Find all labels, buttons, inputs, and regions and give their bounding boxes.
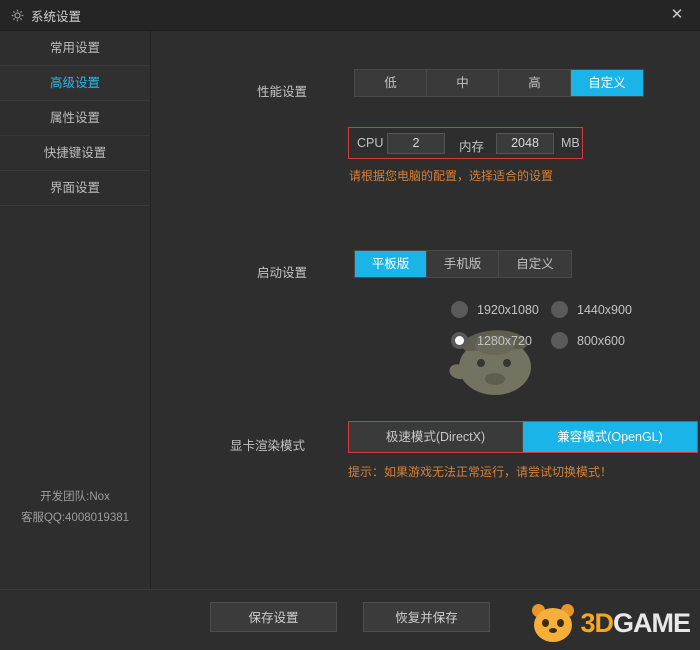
resolution-option-800x600[interactable]: 800x600 — [551, 332, 625, 349]
sidebar-item-label: 界面设置 — [49, 181, 100, 195]
site-watermark: 3D GAME — [530, 602, 691, 644]
radio-dot-icon — [551, 301, 568, 318]
dev-team-text: 开发团队:Nox — [40, 491, 110, 503]
sidebar: 常用设置 高级设置 属性设置 快捷键设置 界面设置 开发团队:Nox 客服QQ:… — [0, 31, 151, 589]
radio-dot-icon — [451, 332, 468, 349]
sidebar-footer: 开发团队:Nox 客服QQ:4008019381 — [0, 487, 150, 529]
gear-icon — [11, 9, 24, 22]
startup-segmented-control: 平板版 手机版 自定义 — [354, 250, 572, 278]
resolution-label: 800x600 — [577, 333, 625, 348]
sidebar-item-label: 快捷键设置 — [43, 146, 107, 160]
performance-option-medium[interactable]: 中 — [427, 70, 499, 96]
performance-option-high[interactable]: 高 — [499, 70, 571, 96]
render-option-directx[interactable]: 极速模式(DirectX) — [349, 422, 523, 452]
window-title: 系统设置 — [31, 9, 82, 24]
render-hint: 提示：如果游戏无法正常运行，请尝试切换模式！ — [348, 465, 613, 479]
resolution-label: 1280x720 — [477, 333, 532, 348]
render-mode-group: 极速模式(DirectX) 兼容模式(OpenGL) — [348, 421, 698, 453]
performance-segmented-control: 低 中 高 自定义 — [354, 69, 644, 97]
startup-option-tablet[interactable]: 平板版 — [355, 251, 427, 277]
render-option-opengl[interactable]: 兼容模式(OpenGL) — [523, 422, 697, 452]
resolution-label: 1440x900 — [577, 302, 632, 317]
memory-unit-label: MB — [561, 136, 580, 150]
sidebar-item-label: 高级设置 — [49, 76, 100, 90]
system-settings-window: 系统设置 ✕ 常用设置 高级设置 属性设置 快捷键设置 界面设置 开发团队:No… — [0, 0, 700, 650]
title-bar: 系统设置 ✕ — [0, 0, 700, 31]
performance-option-low[interactable]: 低 — [355, 70, 427, 96]
watermark-3d-text: 3D — [580, 607, 614, 638]
content-panel: 性能设置 低 中 高 自定义 CPU 内存 MB 请根据您电脑的配置，选择适合的… — [151, 31, 700, 589]
watermark-game-text: GAME — [613, 607, 691, 638]
sidebar-item-hotkeys[interactable]: 快捷键设置 — [0, 136, 150, 171]
startup-option-custom[interactable]: 自定义 — [499, 251, 571, 277]
startup-option-phone[interactable]: 手机版 — [427, 251, 499, 277]
performance-hint: 请根据您电脑的配置，选择适合的设置 — [349, 169, 554, 183]
close-icon[interactable]: ✕ — [654, 0, 700, 30]
radio-dot-icon — [451, 301, 468, 318]
resolution-option-1280x720[interactable]: 1280x720 — [451, 332, 532, 349]
sidebar-item-interface[interactable]: 界面设置 — [0, 171, 150, 206]
startup-label: 启动设置 — [257, 266, 308, 280]
performance-label: 性能设置 — [257, 85, 308, 99]
sidebar-item-label: 常用设置 — [49, 41, 100, 55]
save-button[interactable]: 保存设置 — [210, 602, 337, 632]
sidebar-item-properties[interactable]: 属性设置 — [0, 101, 150, 136]
resolution-option-1440x900[interactable]: 1440x900 — [551, 301, 632, 318]
resolution-label: 1920x1080 — [477, 302, 539, 317]
panda-logo-icon — [530, 602, 576, 644]
sidebar-item-common[interactable]: 常用设置 — [0, 31, 150, 66]
cpu-input[interactable] — [387, 133, 445, 154]
resolution-option-1920x1080[interactable]: 1920x1080 — [451, 301, 539, 318]
restore-and-save-button[interactable]: 恢复并保存 — [363, 602, 490, 632]
bottom-bar: 保存设置 恢复并保存 3D GAME — [0, 589, 700, 650]
sidebar-item-label: 属性设置 — [49, 111, 100, 125]
cpu-label: CPU — [357, 136, 384, 150]
sidebar-item-advanced[interactable]: 高级设置 — [0, 66, 150, 101]
window-body: 常用设置 高级设置 属性设置 快捷键设置 界面设置 开发团队:Nox 客服QQ:… — [0, 31, 700, 589]
memory-label: 内存 — [459, 140, 485, 154]
performance-option-custom[interactable]: 自定义 — [571, 70, 643, 96]
render-mode-label: 显卡渲染模式 — [230, 439, 306, 453]
radio-dot-icon — [551, 332, 568, 349]
memory-input[interactable] — [496, 133, 554, 154]
support-qq-text: 客服QQ:4008019381 — [20, 512, 130, 524]
